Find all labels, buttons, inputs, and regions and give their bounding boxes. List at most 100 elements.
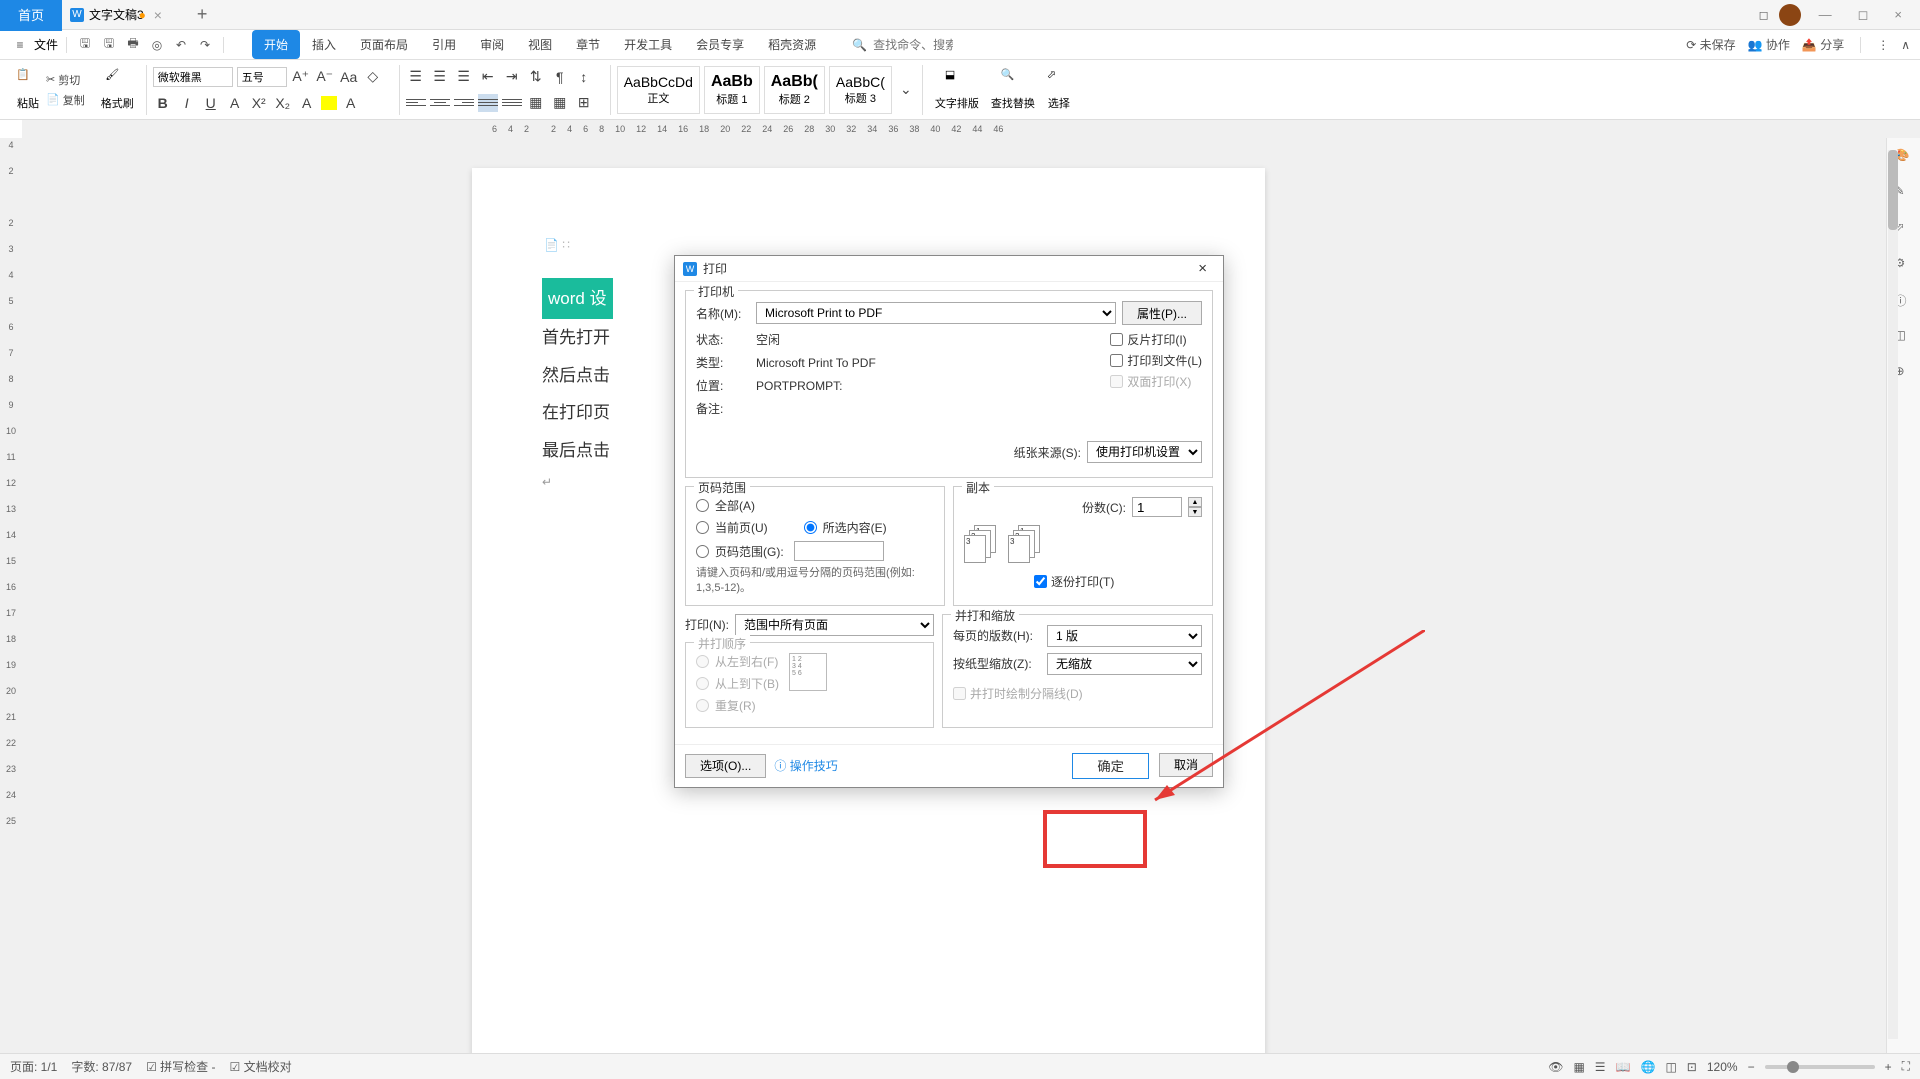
horizontal-ruler[interactable]: 6422468101214161820222426283032343638404… [22,120,1920,138]
save-icon[interactable]: 🖫 [75,35,95,55]
view-outline-icon[interactable]: ☰ [1595,1060,1606,1074]
decrease-font-icon[interactable]: A⁻ [315,67,335,87]
text-layout-button[interactable]: ⬓文字排版 [929,66,985,113]
options-button[interactable]: 选项(O)... [685,754,766,778]
zoom-fit-icon[interactable]: ⊡ [1687,1060,1697,1074]
search-input[interactable] [873,38,953,52]
zoom-value[interactable]: 120% [1707,1060,1738,1074]
tab-resource[interactable]: 稻壳资源 [756,30,828,59]
printn-select[interactable]: 范围中所有页面 [735,614,934,636]
underline-button[interactable]: U [201,93,221,113]
close-window-icon[interactable]: × [1886,3,1910,26]
multilevel-icon[interactable]: ☰ [454,67,474,87]
minimize-icon[interactable]: — [1811,3,1840,26]
zoom-thumb[interactable] [1787,1061,1799,1073]
tab-stop-icon[interactable]: ⊞ [574,93,594,113]
collab-button[interactable]: 👥 协作 [1748,36,1790,53]
unsaved-icon[interactable]: ⟳ 未保存 [1686,36,1735,53]
change-case-icon[interactable]: Aa [339,67,359,87]
numbering-icon[interactable]: ☰ [430,67,450,87]
tab-home[interactable]: 首页 [0,0,62,31]
highlight-button[interactable] [321,96,337,110]
line-spacing-icon[interactable]: ⇅ [526,67,546,87]
copies-up[interactable]: ▲ [1188,497,1202,507]
collate-checkbox[interactable]: 逐份打印(T) [1034,573,1202,590]
ok-button[interactable]: 确定 [1072,753,1149,779]
view-read-icon[interactable]: 📖 [1616,1060,1631,1074]
increase-font-icon[interactable]: A⁺ [291,67,311,87]
tab-document[interactable]: W 文字文稿3 ● × [62,6,182,23]
file-menu[interactable]: 文件 [34,36,58,53]
tab-insert[interactable]: 插入 [300,30,348,59]
align-distribute-icon[interactable] [502,94,522,112]
cancel-button[interactable]: 取消 [1159,753,1213,777]
share-button[interactable]: 📤 分享 [1802,36,1844,53]
clear-format-icon[interactable]: ◇ [363,67,383,87]
style-h2[interactable]: AaBb(标题 2 [764,66,825,114]
find-replace-button[interactable]: 🔍查找替换 [985,66,1041,113]
align-justify-icon[interactable] [478,94,498,112]
sort-icon[interactable]: ↕ [574,67,594,87]
zoom-out-icon[interactable]: − [1748,1060,1755,1074]
view-page-icon[interactable]: ▦ [1573,1060,1584,1074]
perpage-select[interactable]: 1 版 [1047,625,1202,647]
tab-reference[interactable]: 引用 [420,30,468,59]
menu-icon[interactable]: ≡ [10,35,30,55]
size-select[interactable] [237,67,287,87]
vertical-ruler[interactable]: 4223456789101112131415161718192021222324… [0,138,22,1053]
copies-input[interactable] [1132,497,1182,517]
font-select[interactable] [153,67,233,87]
view-mode-icon[interactable]: ◫ [1665,1060,1676,1074]
pages-input[interactable] [794,541,884,561]
close-tab-icon[interactable]: × [154,7,162,23]
style-h1[interactable]: AaBb标题 1 [704,66,760,114]
tips-link[interactable]: ⓘ 操作技巧 [774,757,837,774]
scrollbar-thumb[interactable] [1888,150,1898,230]
word-count[interactable]: 字数: 87/87 [71,1058,132,1075]
source-select[interactable]: 使用打印机设置 [1087,441,1202,463]
style-h3[interactable]: AaBbC(标题 3 [829,66,892,114]
current-radio[interactable] [696,521,709,534]
indent-icon[interactable]: ⇥ [502,67,522,87]
tab-start[interactable]: 开始 [252,30,300,59]
show-marks-icon[interactable]: ¶ [550,67,570,87]
bullets-icon[interactable]: ☰ [406,67,426,87]
shading-icon[interactable]: ▦ [526,93,546,113]
undo-icon[interactable]: ↶ [171,35,191,55]
align-left-icon[interactable] [406,94,426,112]
reverse-checkbox[interactable]: 反片打印(I) [1110,331,1202,348]
font-color-button[interactable]: A [297,93,317,113]
properties-button[interactable]: 属性(P)... [1122,301,1202,325]
tab-review[interactable]: 审阅 [468,30,516,59]
copies-down[interactable]: ▼ [1188,507,1202,517]
dialog-close-icon[interactable]: × [1190,258,1215,279]
saveas-icon[interactable]: 🖫 [99,35,119,55]
proofread-toggle[interactable]: ☑ 文档校对 [230,1058,292,1075]
redo-icon[interactable]: ↷ [195,35,215,55]
all-radio[interactable] [696,499,709,512]
zoom-slider[interactable] [1765,1065,1875,1069]
avatar[interactable] [1779,4,1801,26]
copy-button[interactable]: 📄 复制 [46,92,85,108]
strike-button[interactable]: A [225,93,245,113]
preview-icon[interactable]: ◎ [147,35,167,55]
style-normal[interactable]: AaBbCcDd正文 [617,66,700,114]
tab-developer[interactable]: 开发工具 [612,30,684,59]
italic-button[interactable]: I [177,93,197,113]
chevron-up-icon[interactable]: ∧ [1901,38,1910,52]
spellcheck-toggle[interactable]: ☑ 拼写检查 - [146,1058,215,1075]
subscript-button[interactable]: X₂ [273,93,293,113]
print-icon[interactable]: 🖶 [123,35,143,55]
scale-select[interactable]: 无缩放 [1047,653,1202,675]
cut-button[interactable]: ✂ 剪切 [46,72,80,88]
view-web-icon[interactable]: 🌐 [1641,1060,1656,1074]
maximize-icon[interactable]: ◻ [1850,3,1877,27]
bold-button[interactable]: B [153,93,173,113]
add-tab-icon[interactable]: + [182,4,223,25]
align-right-icon[interactable] [454,94,474,112]
vertical-scrollbar[interactable] [1888,150,1898,1039]
tab-view[interactable]: 视图 [516,30,564,59]
borders-icon[interactable]: ▦ [550,93,570,113]
selection-radio[interactable] [804,521,817,534]
select-button[interactable]: ⬀选择 [1041,66,1077,113]
